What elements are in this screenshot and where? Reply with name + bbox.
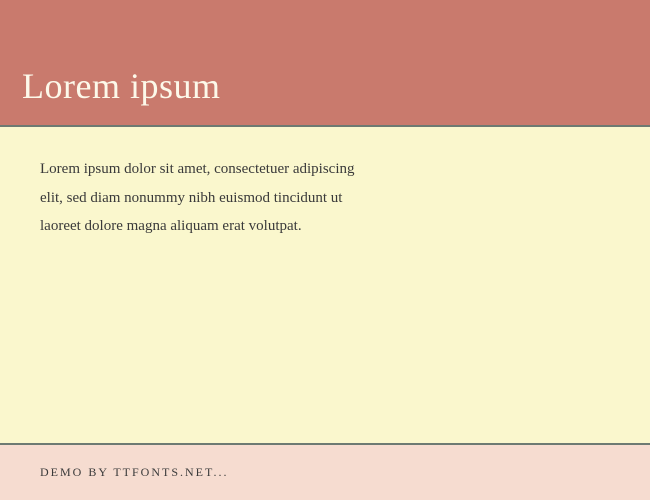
body-text: Lorem ipsum dolor sit amet, consectetuer… bbox=[40, 155, 360, 241]
footer: DEMO BY TTFONTS.NET... bbox=[0, 445, 650, 500]
main-content: Lorem ipsum dolor sit amet, consectetuer… bbox=[0, 127, 650, 443]
footer-text: DEMO BY TTFONTS.NET... bbox=[40, 465, 228, 480]
header: Lorem ipsum bbox=[0, 0, 650, 125]
page-title: Lorem ipsum bbox=[22, 65, 220, 107]
